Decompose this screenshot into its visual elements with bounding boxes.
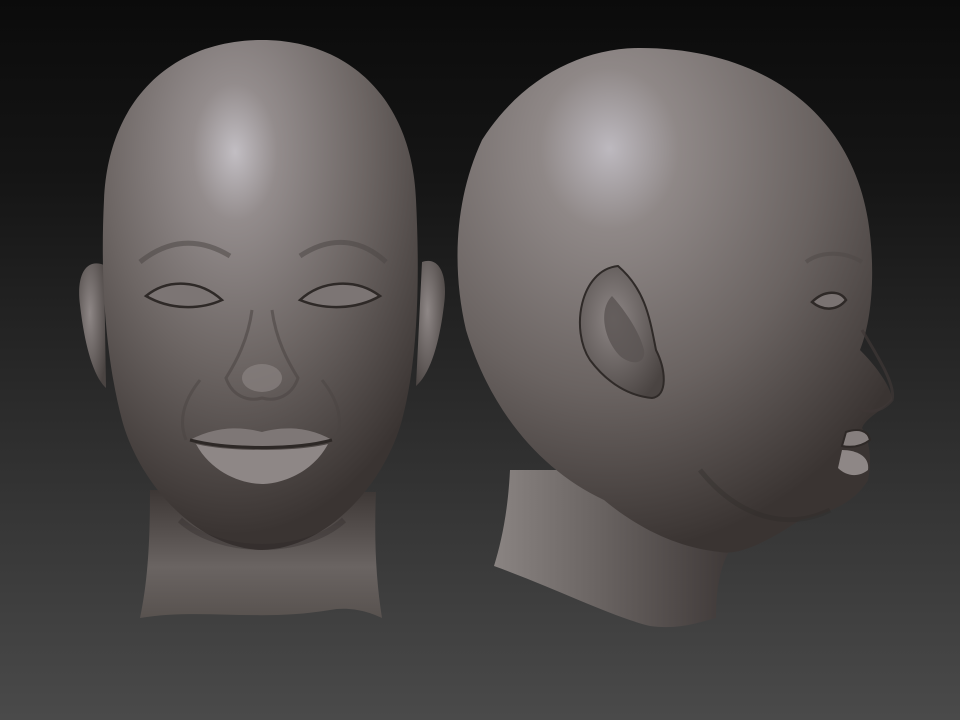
sculpt-render — [79, 40, 895, 628]
front-nose-tip — [242, 364, 282, 392]
sculpt-viewport[interactable] — [0, 0, 960, 720]
front-right-ear — [416, 260, 446, 386]
front-left-ear — [79, 263, 106, 388]
head-front-model — [79, 40, 446, 618]
head-side-model — [457, 48, 895, 628]
